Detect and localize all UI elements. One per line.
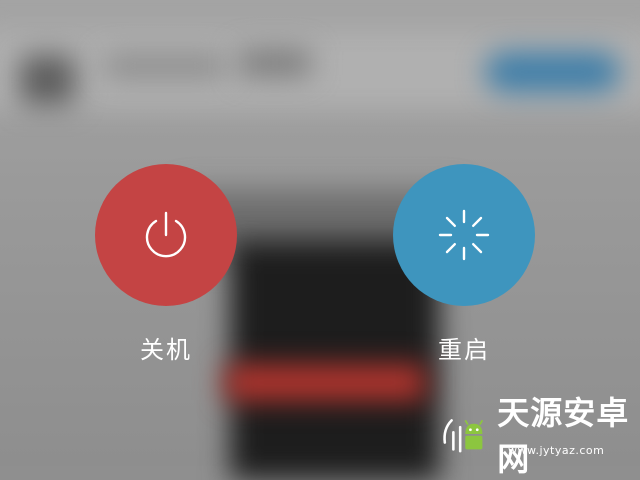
blurred-avatar	[20, 55, 75, 105]
watermark-brand: 天源安卓网	[497, 394, 630, 478]
blurred-red-strip	[225, 365, 425, 400]
blurred-title	[105, 55, 225, 77]
loading-spinner-icon	[438, 209, 490, 261]
shutdown-label: 关机	[140, 336, 192, 364]
blurred-action-button	[485, 52, 620, 92]
watermark-url: www.jytyaz.com	[508, 444, 605, 457]
android-logo-icon	[443, 419, 484, 453]
power-icon	[145, 211, 187, 258]
restart-button[interactable]	[393, 164, 535, 306]
shutdown-button[interactable]	[95, 164, 237, 306]
restart-label: 重启	[438, 336, 490, 364]
blurred-title-secondary	[240, 50, 310, 76]
